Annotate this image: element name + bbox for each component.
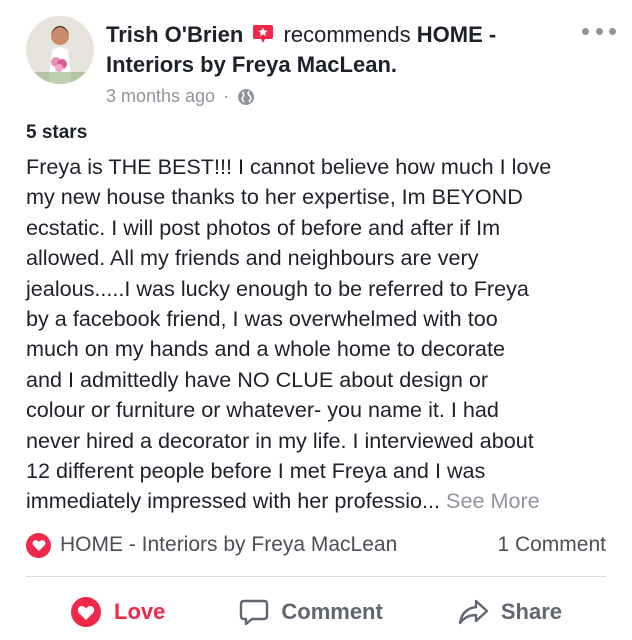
- globe-icon: [238, 88, 255, 105]
- author-name[interactable]: Trish O'Brien: [106, 22, 243, 47]
- heart-icon: [26, 532, 51, 558]
- heart-icon: [71, 597, 101, 627]
- recommended-page-link[interactable]: HOME - Interiors by Freya MacLean: [60, 533, 397, 557]
- recommends-verb: recommends: [283, 22, 411, 47]
- post-header: Trish O'Brien recommends HOME - Interiors…: [26, 16, 616, 116]
- comment-icon: [240, 599, 269, 626]
- review-line: ecstatic. I will post photos of before a…: [26, 214, 501, 240]
- action-bar: Love Comment Share: [26, 592, 606, 632]
- comment-count[interactable]: 1 Comment: [497, 533, 606, 557]
- comment-button[interactable]: Comment: [239, 597, 383, 627]
- review-line: my new house thanks to her expertise, Im…: [26, 184, 523, 210]
- meta-separator: ·: [223, 86, 230, 106]
- love-button[interactable]: Love: [70, 596, 165, 628]
- review-line: immediately impressed with her professio…: [26, 488, 441, 514]
- share-button[interactable]: Share: [457, 598, 562, 626]
- review-line: never hired a decorator in my life. I in…: [26, 427, 534, 453]
- love-label: Love: [114, 599, 166, 624]
- post-meta: 3 months ago ·: [106, 86, 255, 107]
- review-line: Freya is THE BEST!!! I cannot believe ho…: [26, 154, 552, 179]
- comment-label: Comment: [281, 599, 383, 624]
- page-name-part1: HOME -: [416, 22, 497, 47]
- review-line: and I admittedly have NO CLUE about desi…: [26, 366, 489, 392]
- recommend-badge-icon: [253, 25, 274, 43]
- avatar[interactable]: [26, 16, 94, 84]
- review-line: 12 different people before I met Freya a…: [26, 458, 486, 484]
- share-label: Share: [500, 599, 562, 624]
- review-line: colour or furniture or whatever- you nam…: [26, 397, 499, 423]
- timestamp[interactable]: 3 months ago: [106, 86, 215, 107]
- review-line: jealous.....I was lucky enough to be ref…: [26, 275, 529, 301]
- page-name-part2: Interiors by Freya MacLean.: [106, 52, 397, 77]
- star-rating: 5 stars: [26, 122, 88, 143]
- see-more-link[interactable]: See More: [446, 488, 540, 513]
- recommendation-footer: HOME - Interiors by Freya MacLean 1 Comm…: [26, 530, 606, 560]
- review-last-line: immediately impressed with her professio…: [26, 486, 612, 516]
- post-headline: Trish O'Brien recommends HOME - Interiors…: [106, 20, 546, 80]
- divider: [26, 576, 606, 577]
- share-icon: [458, 599, 489, 625]
- review-text: Freya is THE BEST!!! I cannot believe ho…: [26, 152, 612, 517]
- review-line: allowed. All my friends and neighbours a…: [26, 245, 479, 271]
- more-options-icon[interactable]: [582, 24, 616, 38]
- review-line: by a facebook friend, I was overwhelmed …: [26, 306, 498, 332]
- review-line: much on my hands and a whole home to dec…: [26, 336, 505, 362]
